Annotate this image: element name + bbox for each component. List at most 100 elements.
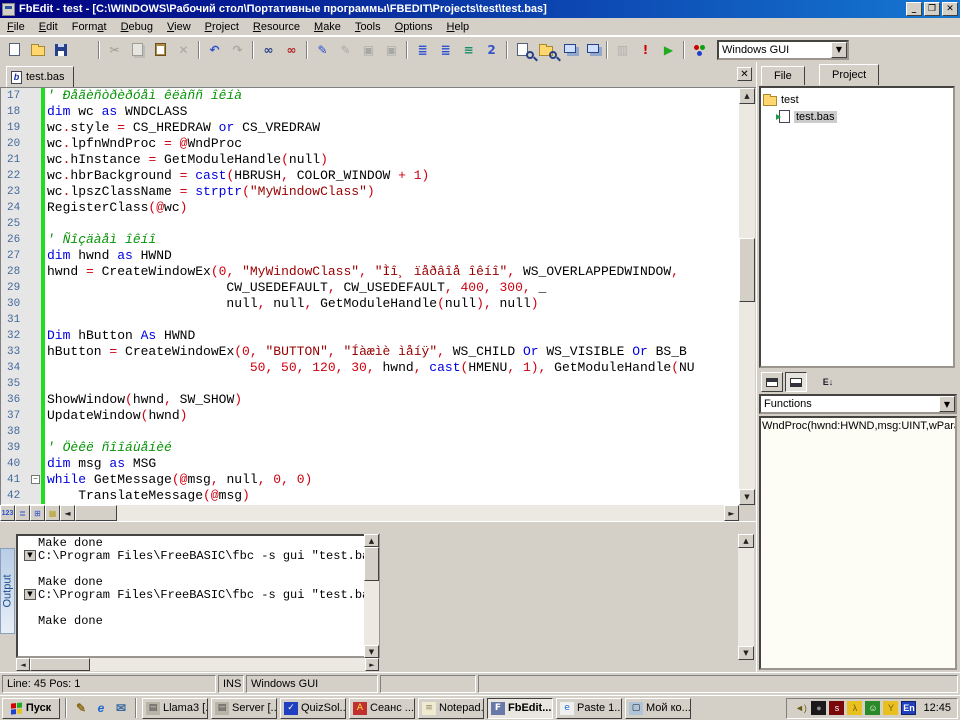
- code-line-22[interactable]: 22wc.hbrBackground = cast(HBRUSH, COLOR_…: [1, 168, 739, 184]
- outputpane-vertical-scrollbar[interactable]: ▲ ▼: [738, 534, 754, 660]
- uncomment-button-icon[interactable]: 2: [480, 39, 503, 61]
- menu-format[interactable]: Format: [65, 19, 114, 35]
- menu-resource[interactable]: Resource: [246, 19, 307, 35]
- taskbar-button-server-[interactable]: ▤Server [...: [211, 698, 277, 719]
- code-line-35[interactable]: 35: [1, 376, 739, 392]
- taskbar-button-quizsol-[interactable]: ✓QuizSol...: [280, 698, 346, 719]
- scroll-up-icon[interactable]: ▲: [738, 534, 754, 548]
- menu-debug[interactable]: Debug: [114, 19, 160, 35]
- sort-button[interactable]: E↓: [817, 372, 839, 392]
- output-splitter[interactable]: [0, 521, 756, 530]
- functions-combobox[interactable]: Functions ▼: [759, 394, 957, 414]
- code-editor[interactable]: 17' Ðåãèñòðèðóåì êëàññ îêíà18dim wc as W…: [0, 88, 739, 505]
- tab-file[interactable]: File: [761, 66, 805, 85]
- output-log[interactable]: Make done▼C:\Program Files\FreeBASIC\fbc…: [16, 534, 380, 658]
- fold-margin-toggle[interactable]: ≣: [15, 505, 30, 521]
- chevron-down-icon[interactable]: ▼: [939, 396, 955, 412]
- function-list-item[interactable]: WndProc(hwnd:HWND,msg:UINT,wParam: [762, 420, 954, 434]
- run-button-icon[interactable]: ▶: [657, 39, 680, 61]
- editor-vertical-scrollbar[interactable]: ▲ ▼: [739, 88, 755, 505]
- code-line-28[interactable]: 28hwnd = CreateWindowEx(0, "MyWindowClas…: [1, 264, 739, 280]
- close-document-icon[interactable]: ✕: [737, 67, 752, 81]
- menu-make[interactable]: Make: [307, 19, 348, 35]
- scroll-up-icon[interactable]: ▲: [364, 534, 379, 547]
- chevron-down-icon[interactable]: ▼: [831, 42, 847, 58]
- find-in-files-button-icon[interactable]: [534, 39, 557, 61]
- compile-button-icon[interactable]: !: [634, 39, 657, 61]
- scroll-down-icon[interactable]: ▼: [364, 645, 379, 658]
- code-line-39[interactable]: 39' Öèêë ñîîáùåíèé: [1, 440, 739, 456]
- language-indicator[interactable]: En: [901, 701, 916, 715]
- code-line-27[interactable]: 27dim hwnd as HWND: [1, 248, 739, 264]
- undo-button-icon[interactable]: ↶: [203, 39, 226, 61]
- output-hscroll-track[interactable]: [90, 658, 365, 671]
- tray-icon-5[interactable]: Y: [883, 701, 898, 715]
- properties-button-icon[interactable]: [580, 39, 603, 61]
- panel-bottom-layout-button[interactable]: [785, 372, 807, 392]
- code-line-25[interactable]: 25: [1, 216, 739, 232]
- output-vscroll-thumb[interactable]: [364, 547, 379, 581]
- start-button[interactable]: Пуск: [2, 698, 60, 719]
- code-line-42[interactable]: 42 TranslateMessage(@msg): [1, 488, 739, 504]
- taskbar-button-fbedit-[interactable]: FFbEdit...: [487, 698, 553, 719]
- editor-hscroll-track[interactable]: [117, 505, 724, 521]
- code-line-20[interactable]: 20wc.lpfnWndProc = @WndProc: [1, 136, 739, 152]
- tree-item-file[interactable]: test.bas: [763, 108, 951, 125]
- taskbar-button-notepad-[interactable]: ≡Notepad...: [418, 698, 484, 719]
- code-line-34[interactable]: 34 50, 50, 120, 30, hwnd, cast(HMENU, 1)…: [1, 360, 739, 376]
- tray-icon-4[interactable]: ☺: [865, 701, 880, 715]
- scroll-left-icon[interactable]: ◄: [60, 505, 75, 521]
- scroll-right-icon[interactable]: ►: [724, 505, 739, 521]
- internet-explorer-icon[interactable]: e: [92, 699, 110, 717]
- find-button-icon[interactable]: ∞: [257, 39, 280, 61]
- show-desktop-icon[interactable]: ✎: [72, 699, 90, 717]
- taskbar-button-сеанс-[interactable]: AСеанс ...: [349, 698, 415, 719]
- build-target-combobox[interactable]: Windows GUI▼: [717, 40, 849, 60]
- tray-icon-1[interactable]: ●: [811, 701, 826, 715]
- close-button[interactable]: ✕: [942, 2, 958, 16]
- line-numbers-toggle[interactable]: 123: [0, 505, 15, 521]
- code-line-18[interactable]: 18dim wc as WNDCLASS: [1, 104, 739, 120]
- output-vertical-scrollbar[interactable]: ▲ ▼: [364, 534, 379, 658]
- menu-help[interactable]: Help: [440, 19, 477, 35]
- whitespace-toggle[interactable]: ⊞: [30, 505, 45, 521]
- menu-project[interactable]: Project: [198, 19, 246, 35]
- functions-list[interactable]: WndProc(hwnd:HWND,msg:UINT,wParam: [759, 416, 957, 670]
- code-line-40[interactable]: 40dim msg as MSG: [1, 456, 739, 472]
- new-file-button-icon[interactable]: [3, 39, 26, 61]
- outdent-button-icon[interactable]: ≣: [434, 39, 457, 61]
- tray-icon-2[interactable]: s: [829, 701, 844, 715]
- mail-icon[interactable]: ✉: [112, 699, 130, 717]
- code-line-36[interactable]: 36ShowWindow(hwnd, SW_SHOW): [1, 392, 739, 408]
- scroll-up-icon[interactable]: ▲: [739, 88, 755, 104]
- taskbar-button-llama3-[interactable]: ▤Llama3 [...: [142, 698, 208, 719]
- window-list-button-icon[interactable]: [557, 39, 580, 61]
- menu-view[interactable]: View: [160, 19, 198, 35]
- scroll-right-icon[interactable]: ►: [365, 658, 379, 671]
- expand-command-icon[interactable]: ▼: [24, 589, 36, 600]
- code-line-17[interactable]: 17' Ðåãèñòðèðóåì êëàññ îêíà: [1, 88, 739, 104]
- menu-options[interactable]: Options: [388, 19, 440, 35]
- minimize-button[interactable]: _: [906, 2, 922, 16]
- output-horizontal-scrollbar[interactable]: ◄ ►: [16, 658, 379, 671]
- code-line-19[interactable]: 19wc.style = CS_HREDRAW or CS_VREDRAW: [1, 120, 739, 136]
- tray-icon-3[interactable]: λ: [847, 701, 862, 715]
- code-line-33[interactable]: 33hButton = CreateWindowEx(0, "BUTTON", …: [1, 344, 739, 360]
- open-button-icon[interactable]: [26, 39, 49, 61]
- code-line-38[interactable]: 38: [1, 424, 739, 440]
- menu-tools[interactable]: Tools: [348, 19, 388, 35]
- code-line-21[interactable]: 21wc.hInstance = GetModuleHandle(null): [1, 152, 739, 168]
- output-tab[interactable]: Output: [0, 548, 15, 634]
- paste-button-icon[interactable]: [149, 39, 172, 61]
- code-line-30[interactable]: 30 null, null, GetModuleHandle(null), nu…: [1, 296, 739, 312]
- tab-project[interactable]: Project: [819, 64, 879, 85]
- tree-item-project[interactable]: test: [763, 91, 951, 108]
- scroll-left-icon[interactable]: ◄: [16, 658, 30, 671]
- menu-edit[interactable]: Edit: [32, 19, 65, 35]
- save-all-button-icon[interactable]: [72, 39, 95, 61]
- volume-icon[interactable]: ◄): [793, 701, 808, 715]
- code-line-37[interactable]: 37UpdateWindow(hwnd): [1, 408, 739, 424]
- output-hscroll-thumb[interactable]: [30, 658, 90, 671]
- menu-file[interactable]: File: [0, 19, 32, 35]
- comment-button-icon[interactable]: ≡: [457, 39, 480, 61]
